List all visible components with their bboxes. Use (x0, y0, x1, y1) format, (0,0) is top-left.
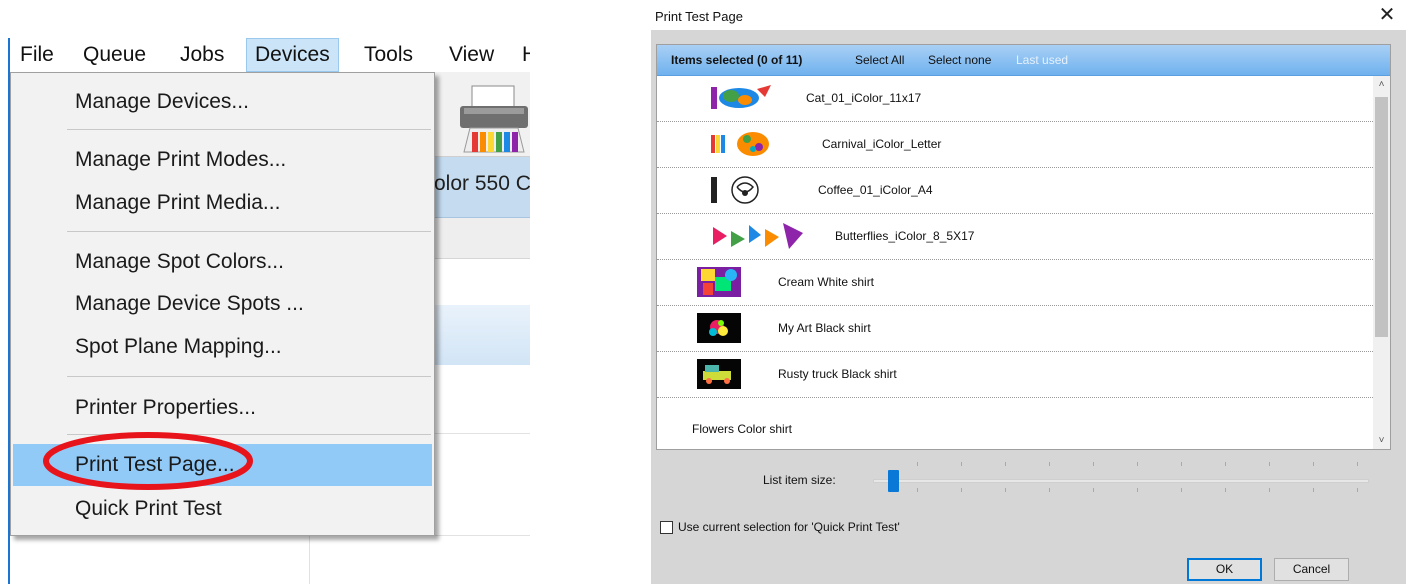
grid-line (434, 433, 530, 434)
list-item[interactable]: Rusty truck Black shirt (657, 352, 1373, 398)
slider-tick (1269, 462, 1270, 466)
slider-tick (917, 488, 918, 492)
item-label: Carnival_iColor_Letter (822, 137, 942, 151)
slider-tick (1093, 462, 1094, 466)
list-item[interactable]: My Art Black shirt (657, 306, 1373, 352)
menu-item-manage-spot-colors[interactable]: Manage Spot Colors... (11, 244, 434, 280)
item-label: Butterflies_iColor_8_5X17 (835, 229, 975, 243)
menu-bar: File Queue Jobs Devices Tools View H (0, 38, 530, 72)
dialog-body: Items selected (0 of 11) Select All Sele… (651, 30, 1406, 584)
slider-tick (1093, 488, 1094, 492)
list-header: Items selected (0 of 11) Select All Sele… (657, 45, 1390, 76)
menu-file[interactable]: File (12, 38, 62, 72)
cat-thumbnail (709, 83, 773, 113)
slider-tick (1137, 462, 1138, 466)
quick-print-checkbox[interactable] (660, 521, 673, 534)
slider-tick (1313, 488, 1314, 492)
device-name-label: olor 550 C (434, 172, 530, 195)
slider-tick (1225, 488, 1226, 492)
menu-devices[interactable]: Devices (246, 38, 339, 72)
ok-button[interactable]: OK (1187, 558, 1262, 581)
list-item-size-slider[interactable] (873, 462, 1373, 496)
grid-line (309, 535, 310, 584)
dialog-title: Print Test Page (655, 9, 743, 24)
list-item[interactable]: Flowers Color shirt (657, 398, 1373, 444)
scroll-down-icon[interactable]: ˅ (1373, 432, 1390, 449)
slider-tick (961, 462, 962, 466)
selected-row-background (434, 305, 530, 365)
slider-tick (1005, 462, 1006, 466)
slider-tick (1225, 462, 1226, 466)
select-all-link[interactable]: Select All (855, 53, 904, 67)
cream-shirt-thumbnail (697, 267, 741, 297)
items-selected-count: Items selected (0 of 11) (671, 53, 803, 67)
menu-view[interactable]: View (441, 38, 502, 72)
close-icon[interactable]: ✕ (1375, 3, 1399, 27)
slider-tick (917, 462, 918, 466)
slider-tick (1357, 462, 1358, 466)
list-item[interactable]: Carnival_iColor_Letter (657, 122, 1373, 168)
menu-item-manage-print-media[interactable]: Manage Print Media... (11, 185, 434, 221)
menu-item-manage-print-modes[interactable]: Manage Print Modes... (11, 142, 434, 178)
printer-icon[interactable] (458, 84, 530, 154)
slider-tick (1269, 488, 1270, 492)
annotation-circle (43, 432, 253, 490)
slider-knob[interactable] (888, 470, 899, 492)
application-window: File Queue Jobs Devices Tools View H olo… (0, 0, 530, 584)
menu-queue[interactable]: Queue (75, 38, 154, 72)
item-label: Cream White shirt (778, 275, 875, 289)
list-item[interactable]: Cream White shirt (657, 260, 1373, 306)
menu-item-manage-device-spots[interactable]: Manage Device Spots ... (11, 286, 434, 322)
art-shirt-thumbnail (697, 313, 741, 343)
slider-tick (1137, 488, 1138, 492)
menu-item-spot-plane-mapping[interactable]: Spot Plane Mapping... (11, 329, 434, 365)
carnival-thumbnail (709, 129, 773, 159)
menu-item-quick-print-test[interactable]: Quick Print Test (11, 491, 434, 527)
scroll-up-icon[interactable]: ˄ (1373, 76, 1390, 93)
column-header-strip (434, 218, 530, 259)
item-label: Rusty truck Black shirt (778, 367, 897, 381)
slider-tick (1181, 462, 1182, 466)
vertical-scrollbar[interactable]: ˄ ˅ (1373, 76, 1390, 449)
menu-separator (67, 129, 431, 130)
list-item[interactable]: Cat_01_iColor_11x17 (657, 76, 1373, 122)
slider-tick (1181, 488, 1182, 492)
print-test-page-dialog: Print Test Page ✕ Items selected (0 of 1… (640, 0, 1406, 584)
item-label: My Art Black shirt (778, 321, 871, 335)
menu-item-manage-devices[interactable]: Manage Devices... (11, 84, 434, 120)
slider-tick (1005, 488, 1006, 492)
coffee-thumbnail (709, 175, 773, 205)
item-label: Coffee_01_iColor_A4 (818, 183, 933, 197)
select-none-link[interactable]: Select none (928, 53, 991, 67)
menu-tools[interactable]: Tools (356, 38, 421, 72)
truck-shirt-thumbnail (697, 359, 741, 389)
slider-tick (1313, 462, 1314, 466)
slider-tick (1049, 488, 1050, 492)
item-label: Cat_01_iColor_11x17 (806, 91, 922, 105)
menu-jobs[interactable]: Jobs (172, 38, 232, 72)
butterflies-thumbnail (709, 221, 805, 251)
slider-tick (1357, 488, 1358, 492)
list-item[interactable]: Butterflies_iColor_8_5X17 (657, 214, 1373, 260)
quick-print-checkbox-label[interactable]: Use current selection for 'Quick Print T… (678, 520, 900, 534)
slider-tick (1049, 462, 1050, 466)
list-item[interactable]: Coffee_01_iColor_A4 (657, 168, 1373, 214)
scrollbar-thumb[interactable] (1375, 97, 1388, 337)
menu-item-printer-properties[interactable]: Printer Properties... (11, 390, 434, 426)
slider-track (873, 479, 1369, 483)
test-page-list: Items selected (0 of 11) Select All Sele… (656, 44, 1391, 450)
item-label: Flowers Color shirt (692, 422, 793, 436)
slider-tick (961, 488, 962, 492)
menu-separator (67, 231, 431, 232)
cancel-button[interactable]: Cancel (1274, 558, 1349, 581)
menu-help[interactable]: H (514, 38, 530, 72)
list-items: Cat_01_iColor_11x17 Carnival_iColor_Lett… (657, 76, 1373, 449)
list-item-size-label: List item size: (763, 473, 836, 487)
last-used-link[interactable]: Last used (1016, 53, 1068, 67)
menu-separator (67, 376, 431, 377)
